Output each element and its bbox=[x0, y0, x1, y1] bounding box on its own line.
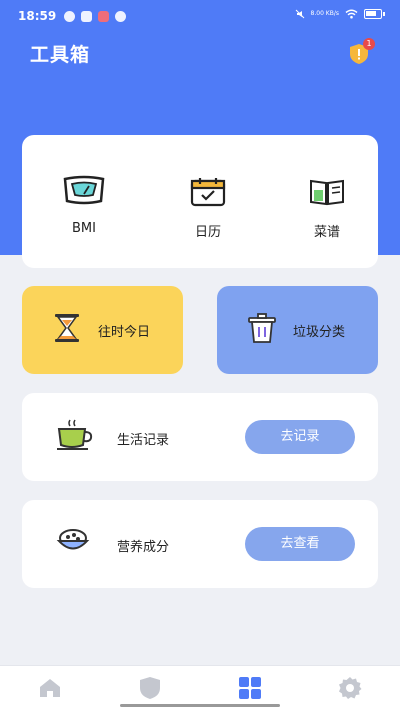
trash-icon bbox=[247, 312, 277, 348]
home-indicator bbox=[120, 704, 280, 707]
go-view-button[interactable]: 去查看 bbox=[245, 527, 355, 561]
page-title: 工具箱 bbox=[30, 44, 91, 66]
tools-card: BMI 日历 菜谱 bbox=[22, 135, 378, 268]
garbage-sorting-label: 垃圾分类 bbox=[293, 324, 346, 340]
tool-label: 日历 bbox=[194, 225, 221, 240]
garbage-sorting-button[interactable]: 垃圾分类 bbox=[217, 286, 378, 374]
tab-settings[interactable] bbox=[338, 676, 362, 700]
battery-icon bbox=[364, 9, 385, 19]
clock-icon bbox=[115, 10, 127, 22]
history-today-button[interactable]: 往时今日 bbox=[22, 286, 183, 374]
mute-icon bbox=[295, 9, 304, 19]
tab-tools[interactable] bbox=[238, 676, 262, 700]
tool-label: 菜谱 bbox=[313, 225, 340, 240]
network-speed: 8.00 KB/s bbox=[310, 10, 339, 17]
gear-icon bbox=[339, 677, 362, 699]
tab-home[interactable] bbox=[38, 676, 62, 700]
status-time: 18:59 bbox=[18, 9, 57, 23]
life-record-card: 生活记录 去记录 bbox=[22, 393, 378, 481]
tool-label: BMI bbox=[72, 221, 96, 236]
app-notification-icon bbox=[64, 10, 76, 22]
tab-shield[interactable] bbox=[138, 676, 162, 700]
home-icon bbox=[40, 679, 60, 697]
tool-calendar[interactable]: 日历 bbox=[168, 177, 248, 240]
grid-icon bbox=[239, 677, 261, 699]
tea-cup-icon bbox=[56, 419, 94, 455]
status-bar: 18:59 8.00 KB/s bbox=[0, 0, 400, 32]
history-today-label: 往时今日 bbox=[98, 324, 151, 340]
food-bowl-icon bbox=[56, 526, 90, 560]
notification-button[interactable]: 1 bbox=[348, 38, 375, 65]
tool-bmi[interactable]: BMI bbox=[44, 175, 124, 236]
notification-badge: 1 bbox=[363, 38, 375, 50]
hourglass-icon bbox=[52, 312, 82, 348]
tool-recipes[interactable]: 菜谱 bbox=[287, 177, 367, 240]
life-record-label: 生活记录 bbox=[117, 433, 170, 448]
recipe-book-icon bbox=[310, 179, 344, 206]
go-record-button[interactable]: 去记录 bbox=[245, 420, 355, 454]
app-notification-icon bbox=[81, 10, 93, 22]
app-notification-icon bbox=[98, 10, 110, 22]
shield-icon bbox=[140, 677, 160, 699]
nutrition-label: 营养成分 bbox=[117, 540, 170, 555]
wifi-icon bbox=[345, 9, 358, 19]
nutrition-card: 营养成分 去查看 bbox=[22, 500, 378, 588]
scale-icon bbox=[63, 175, 105, 205]
calendar-icon bbox=[190, 178, 226, 207]
